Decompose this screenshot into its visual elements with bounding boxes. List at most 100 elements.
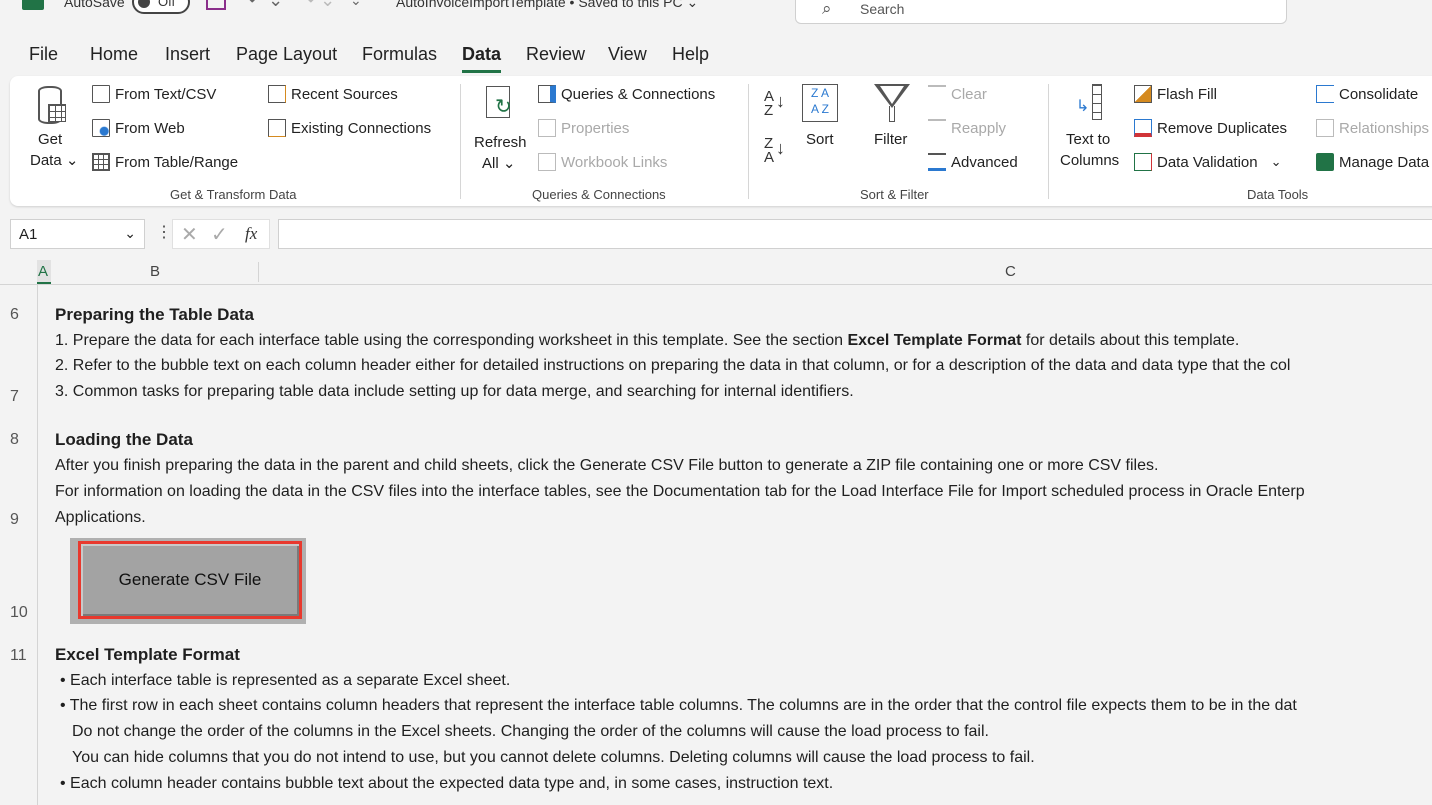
- sort-descending-button[interactable]: Z A ↓: [764, 136, 785, 165]
- data-validation-icon: [1134, 153, 1152, 171]
- from-text-csv-button[interactable]: From Text/CSV: [92, 85, 216, 103]
- row-header-6[interactable]: 6: [10, 306, 19, 324]
- tab-file[interactable]: File: [29, 44, 58, 65]
- properties-label: Properties: [561, 119, 630, 137]
- prepare-step-1-text: 1. Prepare the data for each interface t…: [55, 332, 848, 349]
- from-table-range-button[interactable]: From Table/Range: [92, 153, 238, 171]
- manage-data-model-button[interactable]: Manage Data: [1316, 153, 1429, 171]
- from-table-range-label: From Table/Range: [115, 153, 239, 171]
- format-bullet-3: • Each column header contains bubble tex…: [60, 775, 834, 792]
- from-text-csv-label: From Text/CSV: [115, 85, 217, 103]
- from-web-button[interactable]: From Web: [92, 119, 185, 137]
- generate-csv-file-button[interactable]: Generate CSV File: [78, 541, 302, 619]
- row-header-10[interactable]: 10: [10, 604, 28, 622]
- text-to-columns-button[interactable]: ↳ Text to Columns: [1058, 84, 1124, 174]
- name-box[interactable]: A1 ⌄: [10, 219, 145, 249]
- customize-toolbar-icon[interactable]: ⌄: [350, 0, 362, 9]
- reapply-label: Reapply: [951, 119, 1007, 137]
- tab-data[interactable]: Data: [462, 44, 501, 65]
- remove-duplicates-icon: [1134, 119, 1152, 137]
- queries-icon: [538, 85, 556, 103]
- database-icon: [38, 86, 66, 124]
- prepare-step-2: 2. Refer to the bubble text on each colu…: [55, 357, 1291, 374]
- text-to-columns-label-2: Columns: [1060, 152, 1120, 169]
- existing-connections-icon: [268, 119, 286, 137]
- properties-button[interactable]: Properties: [538, 119, 629, 137]
- advanced-filter-button[interactable]: Advanced: [928, 153, 1018, 171]
- refresh-all-button[interactable]: ↻ Refresh All ⌄: [470, 82, 530, 177]
- formula-buttons: ✕ ✓ fx: [172, 219, 270, 249]
- remove-duplicates-button[interactable]: Remove Duplicates: [1134, 119, 1287, 137]
- relationships-label: Relationships: [1339, 119, 1430, 137]
- cancel-icon[interactable]: ✕: [181, 222, 198, 247]
- search-box[interactable]: ⌕ Search: [795, 0, 1287, 24]
- flash-fill-button[interactable]: Flash Fill: [1134, 85, 1217, 103]
- table-icon: [92, 153, 110, 171]
- reapply-icon: [928, 119, 946, 137]
- column-divider: [258, 262, 259, 282]
- format-note-1: Do not change the order of the columns i…: [72, 723, 989, 740]
- clear-filter-button[interactable]: Clear: [928, 85, 987, 103]
- get-data-label-1: Get: [38, 131, 63, 148]
- row-header-8[interactable]: 8: [10, 431, 19, 449]
- refresh-icon: ↻: [486, 86, 512, 118]
- insert-function-icon[interactable]: fx: [245, 224, 257, 244]
- row-header-7[interactable]: 7: [10, 388, 19, 406]
- text-file-icon: [92, 85, 110, 103]
- filter-label: Filter: [874, 131, 908, 148]
- column-headers: [0, 260, 1432, 285]
- existing-connections-button[interactable]: Existing Connections: [268, 119, 431, 137]
- prepare-step-1-link: Excel Template Format: [847, 332, 1022, 349]
- chevron-down-icon[interactable]: ⌄: [124, 225, 136, 242]
- redo-icon[interactable]: ↷ ⌄: [300, 0, 335, 11]
- row-header-divider: [37, 284, 38, 805]
- prepare-step-1-tail: for details about this template.: [1021, 332, 1240, 349]
- row-header-9[interactable]: 9: [10, 511, 19, 529]
- chevron-down-icon[interactable]: ⌄: [1271, 154, 1282, 170]
- workbook-links-button[interactable]: Workbook Links: [538, 153, 667, 171]
- refresh-label-1: Refresh: [474, 134, 527, 151]
- refresh-label-2: All ⌄: [482, 155, 516, 172]
- document-title[interactable]: AutoInvoiceImportTemplate • Saved to thi…: [396, 0, 698, 11]
- title-bar: AutoSave Off ↶ ⌄ ↷ ⌄ ⌄ AutoInvoiceImport…: [0, 0, 1432, 24]
- workbook-links-icon: [538, 153, 556, 171]
- autosave-state: Off: [158, 0, 176, 9]
- group-get-transform: Get & Transform Data: [170, 187, 297, 202]
- autosave-toggle[interactable]: Off: [132, 0, 190, 14]
- formula-bar-options-icon[interactable]: ⋮: [156, 222, 172, 242]
- tab-insert[interactable]: Insert: [165, 44, 210, 65]
- from-web-label: From Web: [115, 119, 185, 137]
- sort-za-arrow-icon: ↓: [776, 138, 785, 158]
- tab-home[interactable]: Home: [90, 44, 138, 65]
- relationships-icon: [1316, 119, 1334, 137]
- advanced-filter-icon: [928, 153, 946, 171]
- reapply-button[interactable]: Reapply: [928, 119, 1006, 137]
- filter-button[interactable]: Filter: [870, 84, 916, 154]
- excel-logo-icon: [22, 0, 44, 10]
- column-header-c[interactable]: C: [1005, 263, 1016, 280]
- tab-help[interactable]: Help: [672, 44, 709, 65]
- format-bullet-1: • Each interface table is represented as…: [60, 672, 511, 689]
- ribbon-separator: [1048, 84, 1049, 199]
- save-icon[interactable]: [206, 0, 226, 10]
- get-data-button[interactable]: Get Data ⌄: [28, 82, 80, 177]
- undo-icon[interactable]: ↶ ⌄: [248, 0, 283, 11]
- advanced-filter-label: Advanced: [951, 153, 1018, 171]
- relationships-button[interactable]: Relationships: [1316, 119, 1429, 137]
- sort-button[interactable]: Z AA Z Sort: [800, 84, 842, 154]
- data-validation-button[interactable]: Data Validation ⌄: [1134, 153, 1282, 171]
- tab-review[interactable]: Review: [526, 44, 585, 65]
- recent-sources-button[interactable]: Recent Sources: [268, 85, 398, 103]
- row-header-11[interactable]: 11: [10, 647, 27, 665]
- formula-input[interactable]: [278, 219, 1432, 249]
- tab-formulas[interactable]: Formulas: [362, 44, 437, 65]
- consolidate-button[interactable]: Consolidate: [1316, 85, 1418, 103]
- queries-connections-button[interactable]: Queries & Connections: [538, 85, 715, 103]
- column-header-a[interactable]: A: [38, 263, 48, 280]
- enter-icon[interactable]: ✓: [211, 222, 228, 247]
- existing-connections-label: Existing Connections: [291, 119, 432, 137]
- tab-view[interactable]: View: [608, 44, 647, 65]
- sort-ascending-button[interactable]: A Z ↓: [764, 89, 785, 118]
- column-header-b[interactable]: B: [150, 263, 160, 280]
- tab-page-layout[interactable]: Page Layout: [236, 44, 337, 65]
